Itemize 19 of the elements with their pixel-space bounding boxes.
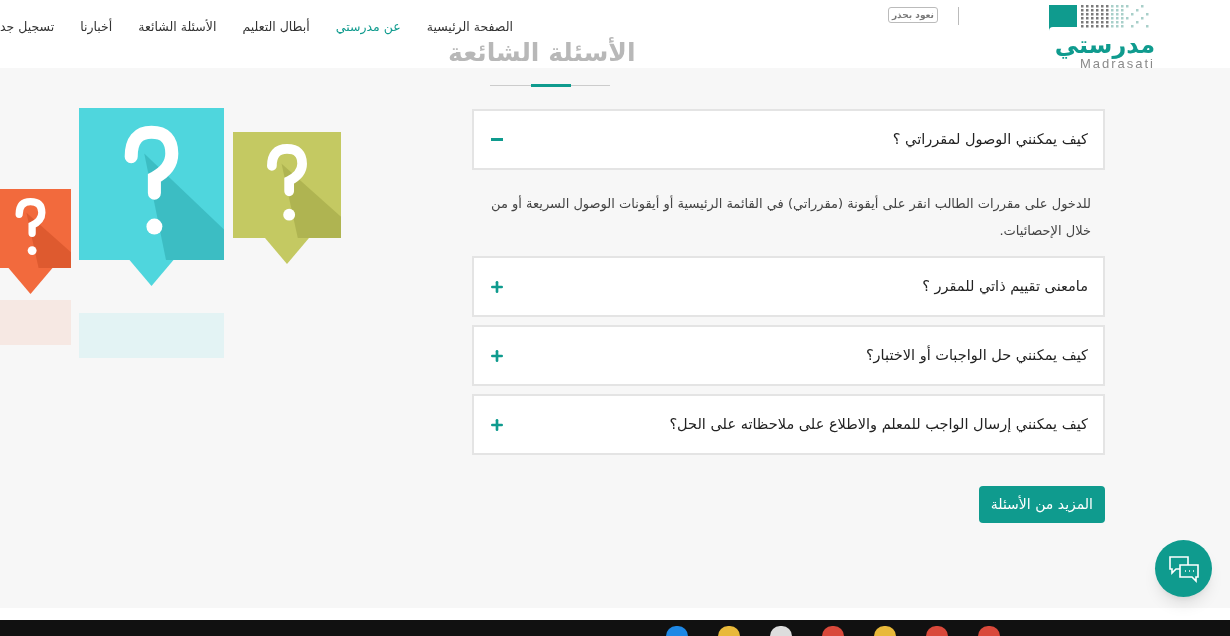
faq-question[interactable]: مامعنى تقييم ذاتي للمقرر ؟ xyxy=(472,256,1105,317)
faq-answer: للدخول على مقررات الطالب انقر على أيقونة (مقرراتي) في القائمة الرئيسية أو أيقونات الوصول السريعة أو من خلال الإحصائيات. xyxy=(490,194,1092,240)
nav-link[interactable]: تسجيل جد xyxy=(0,18,55,37)
nav-link[interactable]: الصفحة الرئيسية xyxy=(426,18,513,37)
chat-button[interactable] xyxy=(1155,540,1212,597)
nav-link[interactable]: أخبارنا xyxy=(80,18,113,37)
campaign-badge: نعود بحذر xyxy=(887,7,938,23)
faq-question[interactable]: كيف يمكنني حل الواجبات أو الاختبار؟ xyxy=(472,325,1105,386)
chat-icon xyxy=(1167,554,1200,583)
nav-link[interactable]: عن مدرستي xyxy=(335,18,401,37)
logo-arabic-text: مدرستي xyxy=(1054,33,1155,57)
taskbar-icon[interactable] xyxy=(718,626,740,636)
nav-link[interactable]: الأسئلة الشائعة xyxy=(138,18,217,37)
nav-link[interactable]: أبطال التعليم xyxy=(242,18,310,37)
faq-question[interactable]: كيف يمكنني الوصول لمقرراتي ؟ xyxy=(472,109,1105,170)
page-title: الأسئلة الشائعة xyxy=(448,38,636,68)
taskbar-icon[interactable] xyxy=(874,626,896,636)
taskbar-icon[interactable] xyxy=(770,626,792,636)
faq-question[interactable]: كيف يمكنني إرسال الواجب للمعلم والاطلاع على ملاحظاته على الحل؟ xyxy=(472,394,1105,455)
